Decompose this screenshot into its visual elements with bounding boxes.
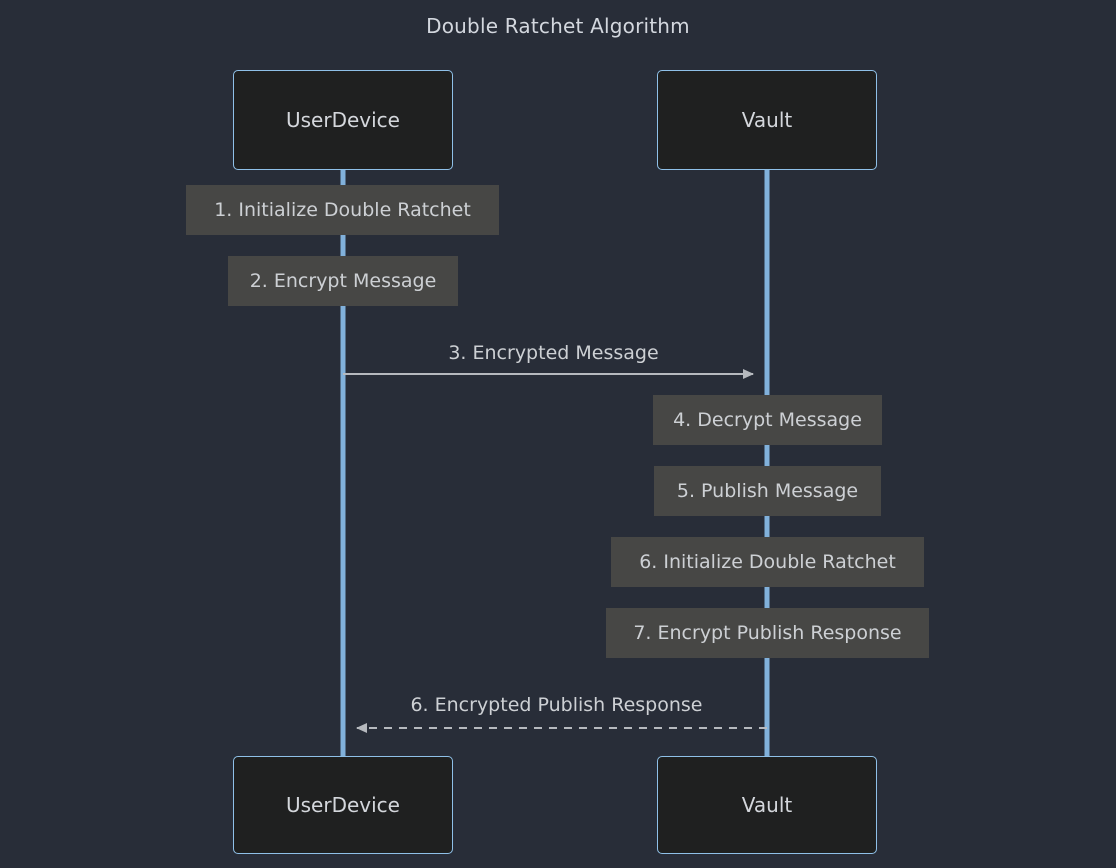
actor-box-userdevice-bottom[interactable]: UserDevice [233,756,453,854]
note-label-1: 1. Initialize Double Ratchet [214,199,471,221]
diagram-canvas [340,170,770,758]
actor-box-userdevice-top[interactable]: UserDevice [233,70,453,170]
note-label-2: 2. Encrypt Message [249,270,437,292]
note-label-4: 4. Decrypt Message [673,409,862,431]
message-label-3-encrypted-message: 3. Encrypted Message [448,342,659,364]
note-box-1-initialize-double-ratchet[interactable]: 1. Initialize Double Ratchet [186,185,499,235]
message-label-6-encrypted-publish-response: 6. Encrypted Publish Response [410,694,703,716]
sequence-diagram: Double Ratchet Algorithm UserDevice Vaul… [0,0,1116,868]
note-label-7: 7. Encrypt Publish Response [633,622,902,644]
note-box-5-publish-message[interactable]: 5. Publish Message [654,466,881,516]
note-box-4-decrypt-message[interactable]: 4. Decrypt Message [653,395,882,445]
actor-box-vault-bottom[interactable]: Vault [657,756,877,854]
note-box-7-encrypt-publish-response[interactable]: 7. Encrypt Publish Response [606,608,929,658]
actor-label-vault-top: Vault [741,108,793,132]
actor-box-vault-top[interactable]: Vault [657,70,877,170]
note-label-6: 6. Initialize Double Ratchet [639,551,896,573]
actor-label-userdevice-top: UserDevice [286,108,400,132]
actor-label-userdevice-bottom: UserDevice [286,793,400,817]
note-box-2-encrypt-message[interactable]: 2. Encrypt Message [228,256,458,306]
note-box-6-initialize-double-ratchet[interactable]: 6. Initialize Double Ratchet [611,537,924,587]
note-label-5: 5. Publish Message [676,480,859,502]
actor-label-vault-bottom: Vault [741,793,793,817]
